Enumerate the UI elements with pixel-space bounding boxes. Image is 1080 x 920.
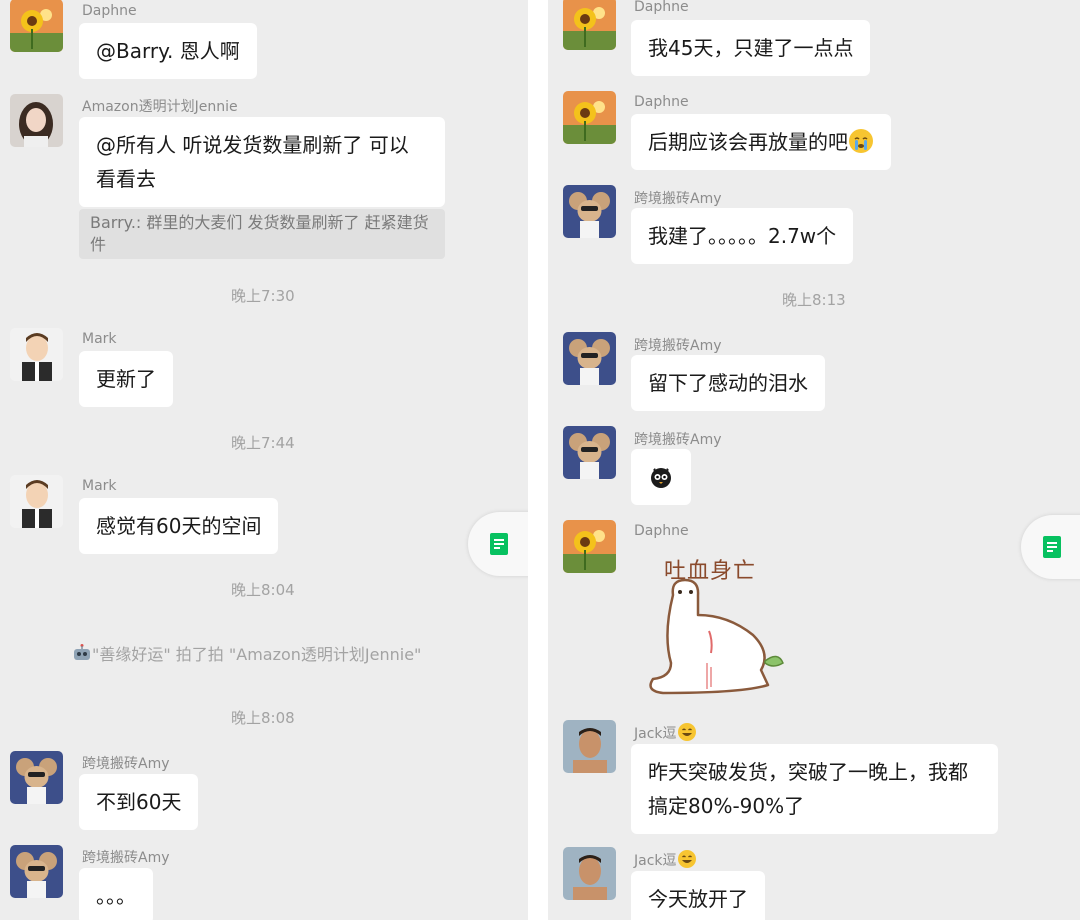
message-bubble[interactable]: 后期应该会再放量的吧 — [631, 114, 891, 170]
sticker-image[interactable] — [643, 575, 793, 700]
mouse-avatar-icon — [563, 332, 616, 385]
message-bubble[interactable]: 我建了。。。。。2.7w个 — [631, 208, 854, 264]
sunflower-avatar-icon — [563, 91, 616, 144]
message-bubble[interactable]: @Barry. 恩人啊 — [79, 23, 257, 79]
avatar-daphne[interactable] — [10, 0, 63, 52]
avatar-amy[interactable] — [563, 332, 616, 385]
message-bubble[interactable]: 。。。 — [79, 868, 153, 920]
quoted-message[interactable]: Barry.: 群里的大麦们 发货数量刷新了 赶紧建货件 — [79, 209, 445, 259]
grinning-emoji-icon — [677, 850, 696, 868]
document-icon — [1043, 536, 1061, 558]
message-bubble[interactable]: 感觉有60天的空间 — [79, 498, 279, 554]
sender-name: Daphne — [82, 3, 137, 19]
timestamp: 晚上8:04 — [231, 581, 295, 599]
man-photo-avatar-icon — [563, 720, 616, 773]
avatar-amy[interactable] — [10, 751, 63, 804]
avatar-amy[interactable] — [563, 185, 616, 238]
man-photo-avatar-icon — [563, 847, 616, 900]
sender-name: Jack逗 — [634, 849, 697, 870]
mouse-avatar-icon — [563, 426, 616, 479]
message-bubble[interactable]: @所有人 听说发货数量刷新了 可以看看去 — [79, 117, 445, 207]
mouse-avatar-icon — [10, 751, 63, 804]
sunflower-avatar-icon — [563, 520, 616, 573]
timestamp: 晚上7:30 — [231, 287, 295, 305]
sender-name: Daphne — [634, 0, 689, 15]
avatar-amy[interactable] — [563, 426, 616, 479]
sender-name-text: Jack逗 — [634, 726, 677, 742]
mouse-avatar-icon — [10, 845, 63, 898]
avatar-jack[interactable] — [563, 720, 616, 773]
message-bubble[interactable]: 我45天，只建了一点点 — [631, 20, 871, 76]
sunflower-avatar-icon — [563, 0, 616, 50]
document-icon — [490, 533, 508, 555]
sender-name: Jack逗 — [634, 722, 697, 743]
message-bubble[interactable]: 不到60天 — [79, 774, 199, 830]
cartoon-man-avatar-icon — [10, 328, 63, 381]
woman-avatar-icon — [10, 94, 63, 147]
avatar-daphne[interactable] — [563, 520, 616, 573]
message-bubble[interactable]: 今天放开了 — [631, 871, 765, 920]
timestamp: 晚上8:08 — [231, 709, 295, 727]
mouse-avatar-icon — [563, 185, 616, 238]
timestamp: 晚上7:44 — [231, 434, 295, 452]
black-bird-emoji-icon — [651, 468, 671, 488]
system-pat-message: "善缘好运" 拍了拍 "Amazon透明计划Jennie" — [72, 641, 421, 665]
floating-document-button[interactable] — [468, 512, 528, 576]
robot-emoji-icon — [74, 644, 90, 660]
avatar-mark[interactable] — [10, 475, 63, 528]
avatar-jack[interactable] — [563, 847, 616, 900]
sender-name: Amazon透明计划Jennie — [82, 99, 238, 115]
message-bubble[interactable]: 更新了 — [79, 351, 173, 407]
avatar-daphne[interactable] — [563, 91, 616, 144]
sender-name: Daphne — [634, 94, 689, 110]
sender-name: 跨境搬砖Amy — [82, 756, 170, 772]
message-bubble[interactable]: 留下了感动的泪水 — [631, 355, 825, 411]
system-pat-text: "善缘好运" 拍了拍 "Amazon透明计划Jennie" — [92, 645, 422, 664]
sunflower-avatar-icon — [10, 0, 63, 52]
sender-name: 跨境搬砖Amy — [634, 338, 722, 354]
sender-name: Mark — [82, 331, 117, 347]
grinning-emoji-icon — [677, 723, 696, 741]
timestamp: 晚上8:13 — [782, 291, 846, 309]
sender-name: 跨境搬砖Amy — [634, 191, 722, 207]
right-chat-panel: Daphne 我45天，只建了一点点 Daphne 后期应该会再放量的吧 跨境搬… — [548, 0, 1080, 920]
floating-document-button[interactable] — [1021, 515, 1080, 579]
left-chat-panel: Daphne @Barry. 恩人啊 Amazon透明计划Jennie @所有人… — [0, 0, 528, 920]
sender-name: Mark — [82, 478, 117, 494]
avatar-mark[interactable] — [10, 328, 63, 381]
sender-name-text: Jack逗 — [634, 853, 677, 869]
message-bubble[interactable]: 昨天突破发货，突破了一晚上，我都搞定80%-90%了 — [631, 744, 998, 834]
crying-emoji-icon — [849, 129, 873, 153]
avatar-jennie[interactable] — [10, 94, 63, 147]
cartoon-man-avatar-icon — [10, 475, 63, 528]
avatar-daphne[interactable] — [563, 0, 616, 50]
message-bubble[interactable] — [631, 449, 691, 505]
sender-name: 跨境搬砖Amy — [634, 432, 722, 448]
message-text: 后期应该会再放量的吧 — [648, 130, 848, 154]
avatar-amy[interactable] — [10, 845, 63, 898]
sender-name: 跨境搬砖Amy — [82, 850, 170, 866]
sender-name: Daphne — [634, 523, 689, 539]
